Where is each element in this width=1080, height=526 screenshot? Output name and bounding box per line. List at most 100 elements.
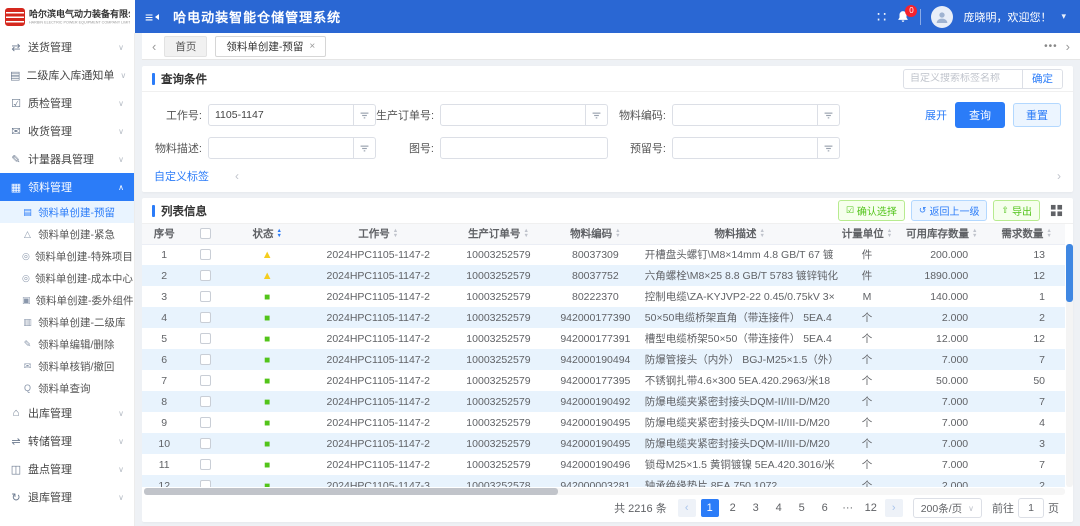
search-button[interactable]: 查询: [955, 102, 1005, 128]
sidebar-item-l2-inbound-notice[interactable]: ▤二级库入库通知单∨: [0, 61, 134, 89]
table-row[interactable]: 12■2024HPC1105-1147-31000325257894200000…: [142, 475, 1065, 487]
sidebar-item-create-cost-center[interactable]: ◎领料单创建-成本中心: [0, 267, 134, 289]
column-header-work_no[interactable]: 工作号▲▼: [310, 224, 447, 244]
row-checkbox[interactable]: [200, 438, 211, 449]
horizontal-scrollbar[interactable]: [144, 488, 1065, 495]
expand-link[interactable]: 展开: [925, 107, 947, 123]
sidebar-item-writeoff-revoke[interactable]: ✉领料单核销/撤回: [0, 355, 134, 377]
back-to-parent-button[interactable]: ↺返回上一级: [911, 200, 988, 221]
sidebar-item-picking[interactable]: ▦领料管理∧: [0, 173, 134, 201]
sidebar-item-order-query[interactable]: Q领料单查询: [0, 377, 134, 399]
user-greeting[interactable]: 庞晓明，欢迎您！: [963, 9, 1051, 25]
filter-icon[interactable]: [818, 137, 840, 159]
sort-icon[interactable]: ▲▼: [972, 229, 977, 239]
page-size-select[interactable]: 200条/页∨: [913, 498, 982, 518]
sidebar-item-create-special[interactable]: ◎领料单创建-特殊项目: [0, 245, 134, 267]
row-checkbox[interactable]: [200, 375, 211, 386]
tag-search-input[interactable]: [904, 73, 1022, 84]
row-checkbox[interactable]: [200, 396, 211, 407]
pagination-next-button[interactable]: ›: [885, 499, 903, 517]
pagination-page-6[interactable]: 6: [816, 499, 834, 517]
table-row[interactable]: 8■2024HPC1105-1147-210003252579942000190…: [142, 391, 1065, 412]
drawing-no-input[interactable]: [440, 137, 608, 159]
reset-button[interactable]: 重置: [1013, 103, 1061, 127]
custom-tags-link[interactable]: 自定义标签: [154, 168, 209, 184]
fullscreen-icon[interactable]: ∷: [877, 8, 887, 26]
chevron-down-icon[interactable]: ▾: [1061, 11, 1066, 22]
export-button[interactable]: ⇧导出: [993, 200, 1040, 221]
sidebar-item-quality[interactable]: ☑质检管理∨: [0, 89, 134, 117]
pagination-page-12[interactable]: 12: [862, 499, 880, 517]
tags-scroll-right-icon[interactable]: ›: [1057, 169, 1061, 183]
sidebar-item-create-reserve[interactable]: ▤领料单创建-预留: [0, 201, 134, 223]
table-row[interactable]: 7■2024HPC1105-1147-210003252579942000177…: [142, 370, 1065, 391]
goto-page-input[interactable]: [1018, 498, 1044, 518]
sort-icon[interactable]: ▲▼: [760, 229, 765, 239]
vertical-scrollbar[interactable]: [1066, 244, 1073, 487]
sidebar-item-edit-delete[interactable]: ✎领料单编辑/删除: [0, 333, 134, 355]
table-row[interactable]: 6■2024HPC1105-1147-210003252579942000190…: [142, 349, 1065, 370]
reserve-no-input[interactable]: [672, 137, 818, 159]
column-header-status[interactable]: 状态▲▼: [225, 224, 310, 244]
table-row[interactable]: 11■2024HPC1105-1147-21000325257994200019…: [142, 454, 1065, 475]
horizontal-scrollbar-thumb[interactable]: [144, 488, 558, 495]
sort-icon[interactable]: ▲▼: [615, 229, 620, 239]
table-row[interactable]: 3■2024HPC1105-1147-21000325257980222370控…: [142, 286, 1065, 307]
row-checkbox[interactable]: [200, 480, 211, 487]
filter-icon[interactable]: [354, 104, 376, 126]
column-header-material_desc[interactable]: 物料描述▲▼: [641, 224, 839, 244]
row-checkbox[interactable]: [200, 459, 211, 470]
column-header-unit[interactable]: 计量单位▲▼: [839, 224, 896, 244]
sort-icon[interactable]: ▲▼: [393, 229, 398, 239]
pagination-page-3[interactable]: 3: [747, 499, 765, 517]
row-checkbox[interactable]: [200, 333, 211, 344]
sort-icon[interactable]: ▲▼: [276, 229, 281, 239]
sidebar-item-outbound[interactable]: ⌂出库管理∨: [0, 399, 134, 427]
row-checkbox[interactable]: [200, 312, 211, 323]
tab-1[interactable]: 领料单创建-预留×: [215, 36, 326, 57]
sidebar-item-measuring-tools[interactable]: ✎计量器具管理∨: [0, 145, 134, 173]
pagination-page-5[interactable]: 5: [793, 499, 811, 517]
column-header-order_no[interactable]: 生产订单号▲▼: [447, 224, 550, 244]
column-header-checkbox[interactable]: [186, 224, 224, 244]
pagination-page-2[interactable]: 2: [724, 499, 742, 517]
row-checkbox[interactable]: [200, 417, 211, 428]
pagination-page-4[interactable]: 4: [770, 499, 788, 517]
tab-0[interactable]: 首页: [164, 36, 207, 57]
row-checkbox[interactable]: [200, 291, 211, 302]
production-order-input[interactable]: [440, 104, 586, 126]
select-all-checkbox[interactable]: [200, 228, 211, 239]
notifications-button[interactable]: 0: [896, 10, 910, 24]
tabs-scroll-right-icon[interactable]: ›: [1066, 39, 1070, 54]
sidebar-item-create-l2[interactable]: ▥领料单创建-二级库: [0, 311, 134, 333]
confirm-selection-button[interactable]: ☑确认选择: [838, 200, 905, 221]
table-row[interactable]: 9■2024HPC1105-1147-210003252579942000190…: [142, 412, 1065, 433]
table-row[interactable]: 2▲2024HPC1105-1147-21000325257980037752六…: [142, 265, 1065, 286]
close-icon[interactable]: ×: [309, 41, 315, 52]
sidebar-item-create-urgent[interactable]: △领料单创建-紧急: [0, 223, 134, 245]
table-row[interactable]: 5■2024HPC1105-1147-210003252579942000177…: [142, 328, 1065, 349]
filter-icon[interactable]: [586, 104, 608, 126]
row-checkbox[interactable]: [200, 354, 211, 365]
sort-icon[interactable]: ▲▼: [1046, 229, 1051, 239]
filter-icon[interactable]: [818, 104, 840, 126]
sidebar-item-receiving[interactable]: ✉收货管理∨: [0, 117, 134, 145]
pagination-page-1[interactable]: 1: [701, 499, 719, 517]
table-row[interactable]: 4■2024HPC1105-1147-210003252579942000177…: [142, 307, 1065, 328]
column-header-stock[interactable]: 可用库存数量▲▼: [895, 224, 988, 244]
column-settings-icon[interactable]: [1050, 204, 1063, 217]
work-no-input[interactable]: [208, 104, 354, 126]
table-row[interactable]: 10■2024HPC1105-1147-21000325257994200019…: [142, 433, 1065, 454]
material-code-input[interactable]: [672, 104, 818, 126]
row-checkbox[interactable]: [200, 249, 211, 260]
pagination-prev-button[interactable]: ‹: [678, 499, 696, 517]
table-row[interactable]: 1▲2024HPC1105-1147-21000325257980037309开…: [142, 244, 1065, 265]
sidebar-collapse-icon[interactable]: ≡: [145, 9, 159, 25]
sidebar-item-transfer[interactable]: ⇌转储管理∨: [0, 427, 134, 455]
column-header-demand[interactable]: 需求数量▲▼: [988, 224, 1065, 244]
filter-icon[interactable]: [354, 137, 376, 159]
sort-icon[interactable]: ▲▼: [523, 229, 528, 239]
sidebar-item-stocktake[interactable]: ◫盘点管理∨: [0, 455, 134, 483]
vertical-scrollbar-thumb[interactable]: [1066, 244, 1073, 302]
column-header-material_code[interactable]: 物料编码▲▼: [550, 224, 641, 244]
